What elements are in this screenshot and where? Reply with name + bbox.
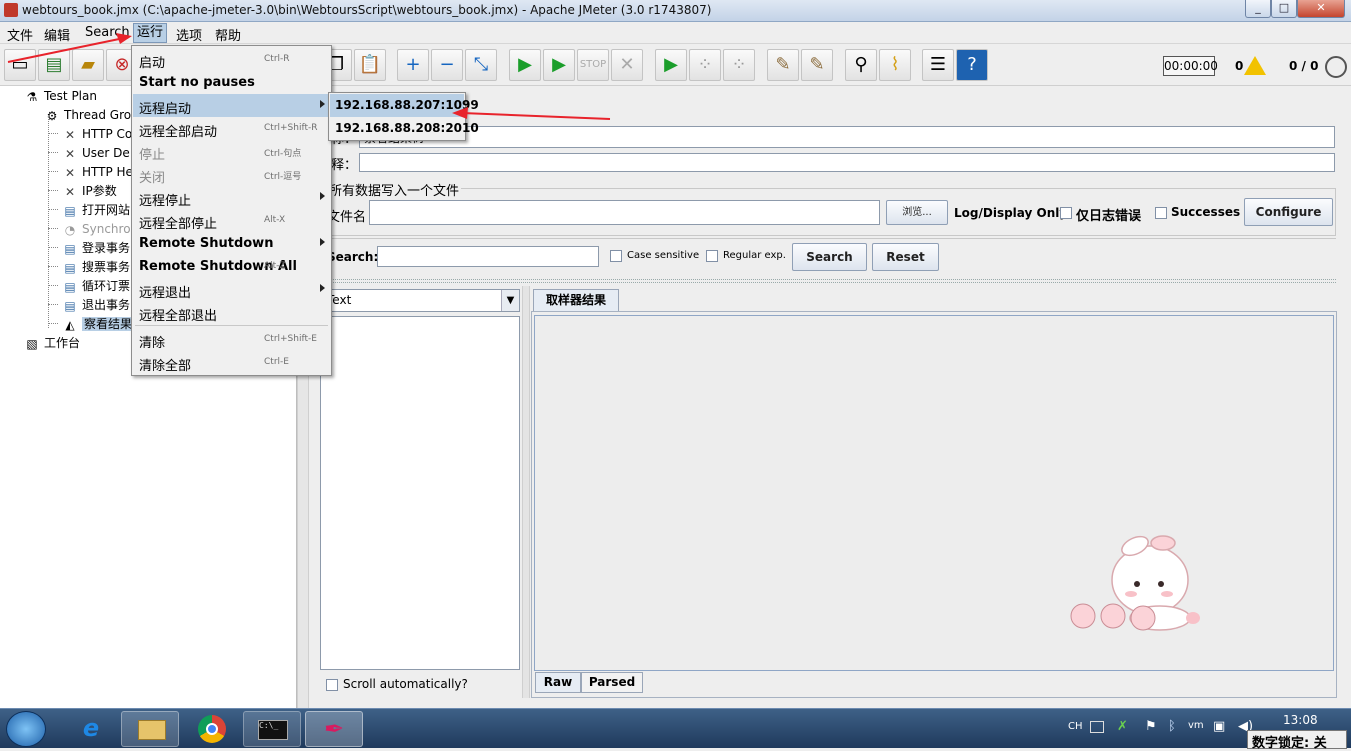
chrome-icon[interactable] (183, 711, 241, 747)
ie-icon[interactable]: e (62, 711, 120, 747)
keyboard-icon[interactable] (1090, 721, 1104, 733)
tray-flag-icon[interactable]: ⚑ (1145, 719, 1157, 734)
vm-icon[interactable]: vm (1188, 720, 1204, 731)
explorer-icon[interactable] (121, 711, 179, 747)
annotation-arrows (7, 33, 611, 120)
numlock-status: 数字锁定: 关 (1247, 730, 1347, 751)
language-indicator[interactable]: CH (1068, 721, 1083, 732)
annotation-arrow-1 (7, 37, 125, 63)
annotation-arrow-2 (461, 112, 611, 120)
tray-x-icon[interactable]: ✗ (1117, 719, 1128, 734)
start-button[interactable] (6, 711, 46, 747)
windows-taskbar: e C:\_ ✒ CH ✗ ⚑ ᛒ vm ▣ ◀) 13:08 数字锁定: 关 (0, 708, 1351, 751)
bluetooth-icon[interactable]: ᛒ (1168, 719, 1176, 734)
annotation-arrow-1-head (116, 33, 132, 44)
network-icon[interactable]: ▣ (1213, 719, 1225, 734)
cmd-icon[interactable]: C:\_ (243, 711, 301, 747)
jmeter-feather-icon[interactable]: ✒ (305, 711, 363, 747)
clock-time[interactable]: 13:08 (1283, 713, 1318, 727)
annotation-arrow-2-head (452, 107, 468, 119)
